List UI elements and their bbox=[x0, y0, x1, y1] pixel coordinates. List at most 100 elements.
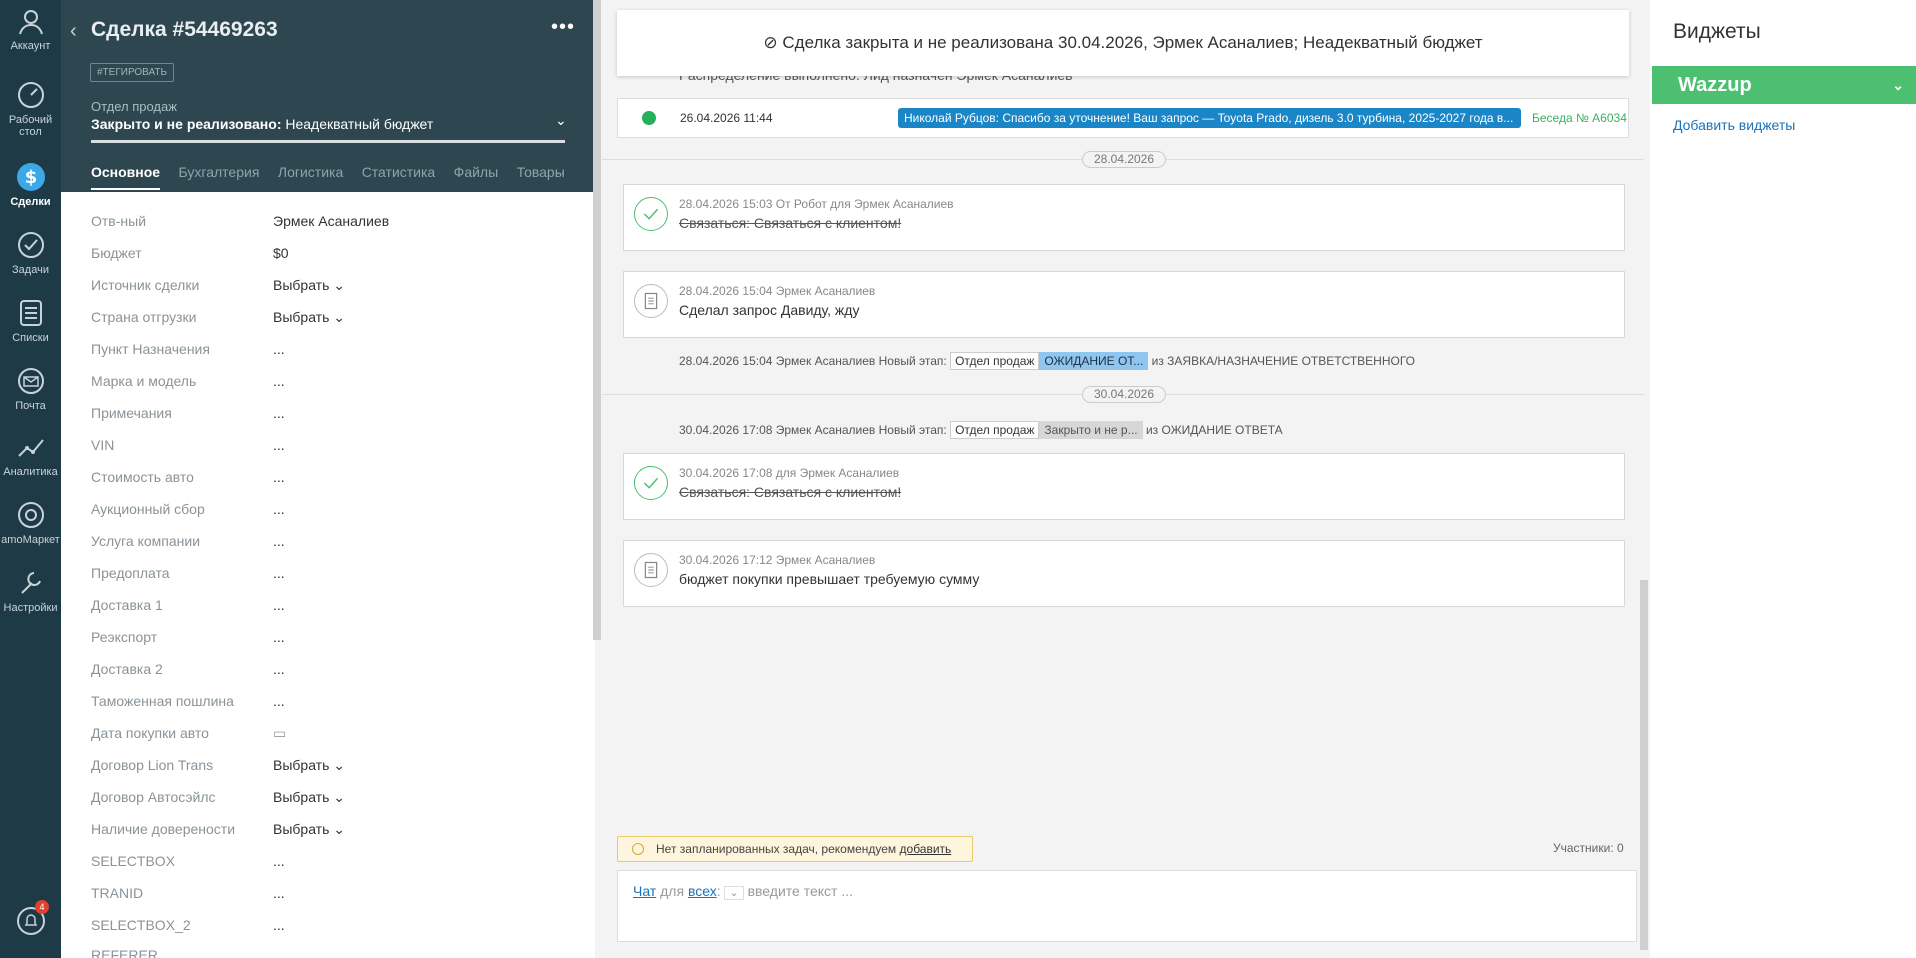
field-label: Источник сделки bbox=[91, 277, 200, 293]
field-value[interactable]: Выбрать ⌄ bbox=[273, 277, 345, 294]
field-selectbox-2[interactable]: SELECTBOX_2... bbox=[91, 917, 571, 949]
field-service[interactable]: Услуга компании... bbox=[91, 533, 571, 565]
field-value[interactable]: ... bbox=[273, 597, 285, 613]
add-widgets-link[interactable]: Добавить виджеты bbox=[1673, 117, 1795, 133]
nav-settings[interactable]: Настройки bbox=[0, 568, 61, 614]
wazzup-widget[interactable]: Wazzup ⌄ bbox=[1652, 66, 1916, 104]
add-task-link[interactable]: добавить bbox=[900, 842, 952, 856]
tabs-more-icon[interactable]: ··· bbox=[551, 164, 565, 180]
field-responsible[interactable]: Отв-ный Эрмек Асаналиев bbox=[91, 213, 571, 245]
field-value[interactable]: ... bbox=[273, 885, 285, 901]
chat-message[interactable]: Николай Рубцов: Спасибо за уточнение! Ва… bbox=[898, 108, 1521, 128]
tag-button[interactable]: #ТЕГИРОВАТЬ bbox=[90, 63, 175, 82]
fields-scrollbar[interactable] bbox=[593, 0, 601, 640]
field-value[interactable]: ... bbox=[273, 629, 285, 645]
field-value[interactable]: ... bbox=[273, 405, 285, 421]
field-label: VIN bbox=[91, 437, 115, 453]
field-label: SELECTBOX_2 bbox=[91, 917, 191, 933]
field-prepayment[interactable]: Предоплата... bbox=[91, 565, 571, 597]
note-card[interactable]: 28.04.2026 15:04 Эрмек Асаналиев Сделал … bbox=[623, 271, 1625, 338]
field-car-price[interactable]: Стоимость авто... bbox=[91, 469, 571, 501]
field-value[interactable]: Выбрать ⌄ bbox=[273, 309, 345, 326]
field-value[interactable]: ... bbox=[273, 469, 285, 485]
task-card[interactable]: 28.04.2026 15:03 От Робот для Эрмек Асан… bbox=[623, 184, 1625, 251]
field-value[interactable]: ... bbox=[273, 533, 285, 549]
field-value[interactable]: ... bbox=[273, 501, 285, 517]
field-customs-duty[interactable]: Таможенная пошлина... bbox=[91, 693, 571, 725]
field-value[interactable]: ... bbox=[273, 917, 285, 933]
task-card[interactable]: 30.04.2026 17:08 для Эрмек Асаналиев Свя… bbox=[623, 453, 1625, 520]
task-text: Связаться: Связаться с клиентом! bbox=[679, 215, 902, 231]
chat-message-row[interactable]: 26.04.2026 11:44 Николай Рубцов: Спасибо… bbox=[617, 98, 1629, 138]
field-label: REFERER bbox=[91, 947, 158, 958]
field-value[interactable]: $0 bbox=[273, 245, 289, 261]
field-delivery-2[interactable]: Доставка 2... bbox=[91, 661, 571, 693]
pipeline-name: Отдел продаж bbox=[91, 99, 177, 114]
nav-mail[interactable]: Почта bbox=[0, 366, 61, 412]
chevron-down-icon[interactable]: ⌄ bbox=[1892, 66, 1904, 104]
more-options-icon[interactable]: ••• bbox=[551, 16, 575, 39]
field-country[interactable]: Страна отгрузки Выбрать ⌄ bbox=[91, 309, 571, 341]
field-value[interactable]: ... bbox=[273, 437, 285, 453]
chevron-down-icon[interactable]: ⌄ bbox=[555, 112, 567, 129]
nav-market[interactable]: amoМаркет bbox=[0, 500, 61, 546]
field-value[interactable]: Эрмек Асаналиев bbox=[273, 213, 389, 229]
task-meta: 30.04.2026 17:08 для Эрмек Асаналиев bbox=[679, 466, 900, 480]
field-selectbox[interactable]: SELECTBOX... bbox=[91, 853, 571, 885]
deal-title[interactable]: Сделка #54469263 bbox=[91, 18, 278, 42]
field-vin[interactable]: VIN... bbox=[91, 437, 571, 469]
nav-deals[interactable]: $ Сделки bbox=[0, 162, 61, 208]
field-value[interactable]: ... bbox=[273, 853, 285, 869]
field-tranid[interactable]: TRANID... bbox=[91, 885, 571, 917]
field-value[interactable]: ... bbox=[273, 661, 285, 677]
back-arrow-icon[interactable]: ‹ bbox=[70, 20, 77, 43]
field-lion-trans[interactable]: Договор Lion Trans Выбрать ⌄ bbox=[91, 757, 571, 789]
nav-notifications[interactable] bbox=[0, 906, 61, 940]
field-model[interactable]: Марка и модель... bbox=[91, 373, 571, 405]
feed-scrollbar[interactable] bbox=[1640, 580, 1648, 950]
chat-mode-link[interactable]: Чат bbox=[633, 883, 656, 899]
nav-account[interactable]: Аккаунт bbox=[0, 6, 61, 52]
message-input[interactable]: введите текст ... bbox=[748, 883, 853, 899]
calendar-icon[interactable]: ▭ bbox=[273, 725, 286, 742]
field-destination[interactable]: Пункт Назначения... bbox=[91, 341, 571, 373]
field-auction-fee[interactable]: Аукционный сбор... bbox=[91, 501, 571, 533]
recipient-dropdown-icon[interactable]: ⌄ bbox=[724, 886, 744, 900]
field-delivery-1[interactable]: Доставка 1... bbox=[91, 597, 571, 629]
conversation-link[interactable]: Беседа № A6034 bbox=[1532, 111, 1627, 125]
recipient-link[interactable]: всех bbox=[688, 883, 717, 899]
field-source[interactable]: Источник сделки Выбрать ⌄ bbox=[91, 277, 571, 309]
tab-accounting[interactable]: Бухгалтерия bbox=[179, 164, 260, 188]
tab-files[interactable]: Файлы bbox=[454, 164, 498, 188]
field-value[interactable]: ... bbox=[273, 693, 285, 709]
field-notes[interactable]: Примечания... bbox=[91, 405, 571, 437]
mail-icon bbox=[17, 368, 44, 394]
message-composer[interactable]: Чат для всех: ⌄ введите текст ... bbox=[617, 870, 1637, 942]
field-referer[interactable]: REFERER bbox=[91, 947, 571, 958]
stage-selector[interactable]: Закрыто и не реализовано: Неадекватный б… bbox=[91, 116, 433, 132]
field-value[interactable]: Выбрать ⌄ bbox=[273, 789, 345, 806]
field-value[interactable]: ... bbox=[273, 565, 285, 581]
stage-change-event: 28.04.2026 15:04 Эрмек Асаналиев Новый э… bbox=[679, 352, 1415, 370]
nav-tasks[interactable]: Задачи bbox=[0, 230, 61, 276]
nav-desktop[interactable]: Рабочий стол bbox=[0, 80, 61, 138]
field-value[interactable]: ... bbox=[273, 341, 285, 357]
tab-main[interactable]: Основное bbox=[91, 164, 161, 190]
field-reexport[interactable]: Реэкспорт... bbox=[91, 629, 571, 661]
note-card[interactable]: 30.04.2026 17:12 Эрмек Асаналиев бюджет … bbox=[623, 540, 1625, 607]
field-power-of-attorney[interactable]: Наличие доверености Выбрать ⌄ bbox=[91, 821, 571, 853]
dollar-icon: $ bbox=[16, 163, 45, 191]
field-label: Бюджет bbox=[91, 245, 142, 261]
field-purchase-date[interactable]: Дата покупки авто ▭ bbox=[91, 725, 571, 757]
nav-lists[interactable]: Списки bbox=[0, 298, 61, 344]
field-budget[interactable]: Бюджет $0 bbox=[91, 245, 571, 277]
field-value[interactable]: Выбрать ⌄ bbox=[273, 821, 345, 838]
nav-label: Аналитика bbox=[3, 466, 58, 478]
tab-statistics[interactable]: Статистика bbox=[362, 164, 436, 188]
field-autosales[interactable]: Договор Автосэйлс Выбрать ⌄ bbox=[91, 789, 571, 821]
nav-analytics[interactable]: Аналитика bbox=[0, 432, 61, 478]
tab-logistics[interactable]: Логистика bbox=[278, 164, 343, 188]
field-value[interactable]: Выбрать ⌄ bbox=[273, 757, 345, 774]
participants-count[interactable]: Участники: 0 bbox=[1553, 841, 1624, 855]
field-value[interactable]: ... bbox=[273, 373, 285, 389]
